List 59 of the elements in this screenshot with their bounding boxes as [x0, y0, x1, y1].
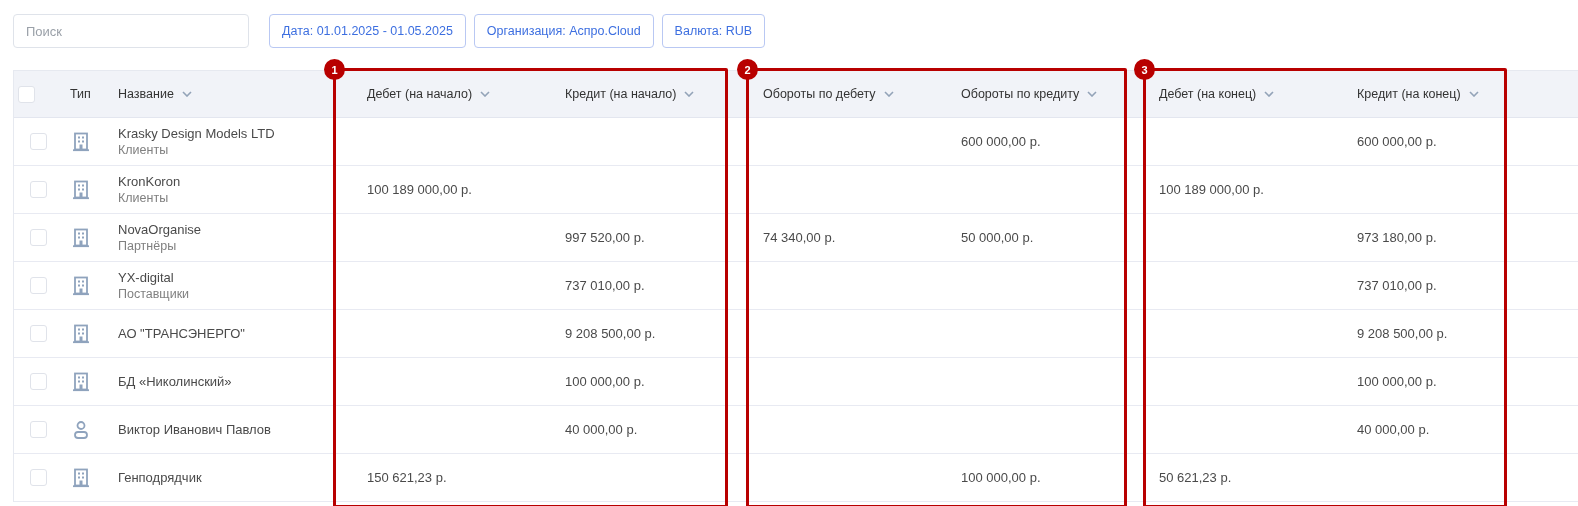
amount-text: 600 000,00 р. [961, 134, 1042, 149]
name-text[interactable]: БД «Николинский» [118, 374, 351, 389]
building-icon [72, 467, 90, 488]
checkbox[interactable] [29, 421, 47, 438]
column-header[interactable]: Обороты по кредиту [961, 87, 1080, 101]
amount-text: 74 340,00 р. [763, 230, 837, 245]
checkbox[interactable] [29, 133, 47, 150]
checkbox[interactable] [29, 229, 47, 246]
name-text[interactable]: Krasky Design Models LTD [118, 126, 351, 141]
name-text[interactable]: NovaOrganise [118, 222, 351, 237]
amount-text: 100 189 000,00 р. [367, 182, 473, 197]
building-icon [72, 131, 90, 152]
amount-text: 100 000,00 р. [961, 470, 1042, 485]
column-header[interactable]: Название [118, 87, 174, 101]
checkbox[interactable] [29, 373, 47, 390]
amount-text: 50 000,00 р. [961, 230, 1035, 245]
person-icon [72, 419, 90, 440]
filter-button[interactable]: Валюта: RUB [661, 14, 766, 48]
amount-text: 737 010,00 р. [1357, 278, 1438, 293]
column-header[interactable]: Кредит (на начало) [565, 87, 677, 101]
amount-text: 600 000,00 р. [1357, 134, 1438, 149]
checkbox[interactable] [29, 277, 47, 294]
name-text[interactable]: Генподрядчик [118, 470, 351, 485]
amount-text: 150 621,23 р. [367, 470, 448, 485]
building-icon [72, 227, 90, 248]
checkbox[interactable] [29, 181, 47, 198]
amount-text: 100 189 000,00 р. [1159, 182, 1265, 197]
amount-text: 40 000,00 р. [565, 422, 639, 437]
checkbox[interactable] [29, 325, 47, 342]
group-text: Поставщики [118, 287, 191, 301]
amount-text: 100 000,00 р. [565, 374, 646, 389]
column-header[interactable]: Дебет (на конец) [1159, 87, 1257, 101]
amount-text: 9 208 500,00 р. [565, 326, 657, 341]
filter-button[interactable]: Дата: 01.01.2025 - 01.05.2025 [269, 14, 466, 48]
building-icon [72, 371, 90, 392]
amount-text: 40 000,00 р. [1357, 422, 1431, 437]
group-text: Клиенты [118, 143, 170, 157]
checkbox[interactable] [29, 469, 47, 486]
amount-text: 9 208 500,00 р. [1357, 326, 1449, 341]
search-field[interactable]: Поиск [13, 14, 249, 48]
name-text[interactable]: АО "ТРАНСЭНЕРГО" [118, 326, 351, 341]
amount-text: 737 010,00 р. [565, 278, 646, 293]
amount-text: 50 621,23 р. [1159, 470, 1233, 485]
name-text[interactable]: KronKoron [118, 174, 351, 189]
column-header: Тип [70, 87, 91, 101]
amount-text: 997 520,00 р. [565, 230, 646, 245]
building-icon [72, 323, 90, 344]
building-icon [72, 179, 90, 200]
name-text[interactable]: YX-digital [118, 270, 351, 285]
column-header[interactable]: Кредит (на конец) [1357, 87, 1461, 101]
column-header[interactable]: Дебет (на начало) [367, 87, 473, 101]
amount-text: 100 000,00 р. [1357, 374, 1438, 389]
group-text: Партнёры [118, 239, 178, 253]
filter-button[interactable]: Организация: Аспро.Cloud [473, 14, 654, 48]
building-icon [72, 275, 90, 296]
group-text: Клиенты [118, 191, 170, 205]
column-header[interactable]: Обороты по дебету [763, 87, 876, 101]
name-text[interactable]: Виктор Иванович Павлов [118, 422, 351, 437]
amount-text: 973 180,00 р. [1357, 230, 1438, 245]
